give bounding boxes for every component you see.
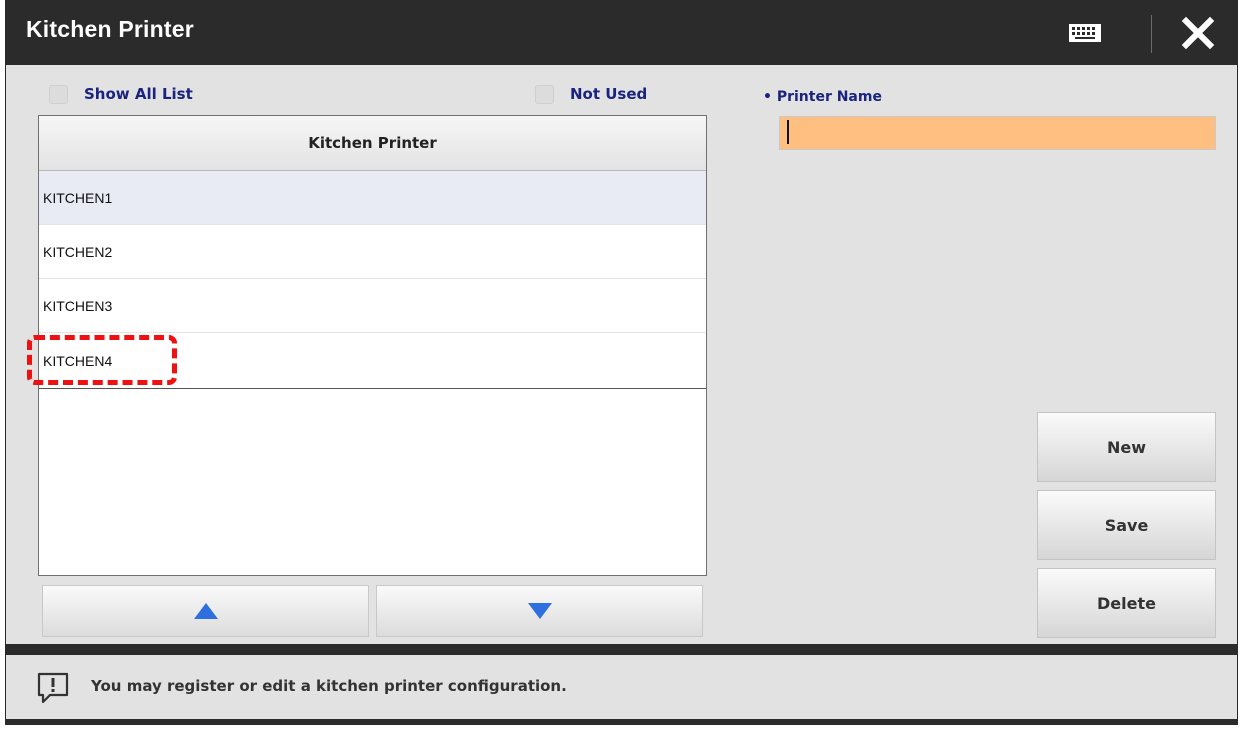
list-item-label: KITCHEN2 (43, 243, 113, 260)
list-item-label: KITCHEN4 (43, 352, 113, 369)
text-cursor (787, 120, 789, 144)
kitchen-printer-window: Kitchen Printer Show All List Not Used K… (5, 0, 1238, 725)
show-all-list-label: Show All List (84, 85, 193, 103)
status-message: You may register or edit a kitchen print… (91, 677, 567, 695)
printer-name-input[interactable] (779, 116, 1216, 150)
not-used-label: Not Used (570, 85, 648, 103)
printer-name-label: • Printer Name (763, 89, 882, 105)
title-bar: Kitchen Printer (5, 0, 1238, 65)
title-divider (1151, 15, 1152, 53)
arrow-up-icon (193, 603, 218, 619)
list-item[interactable]: KITCHEN4 (27, 333, 706, 389)
close-icon[interactable] (1181, 16, 1215, 50)
list-item-label: KITCHEN1 (43, 189, 113, 206)
list-item[interactable]: KITCHEN3 (39, 279, 706, 333)
window-title: Kitchen Printer (26, 16, 194, 42)
checkbox-box[interactable] (49, 84, 68, 104)
not-used-checkbox[interactable]: Not Used (535, 84, 647, 104)
content-panel: Show All List Not Used Kitchen Printer K… (6, 65, 1237, 644)
move-down-button[interactable] (376, 585, 703, 637)
list-item[interactable]: KITCHEN1 (39, 171, 706, 225)
list-item[interactable]: KITCHEN2 (39, 225, 706, 279)
move-up-button[interactable] (42, 585, 369, 637)
delete-button[interactable]: Delete (1037, 568, 1216, 638)
list-column-header: Kitchen Printer (39, 116, 706, 171)
kitchen-printer-list: Kitchen Printer KITCHEN1 KITCHEN2 KITCHE… (27, 115, 707, 576)
show-all-list-checkbox[interactable]: Show All List (49, 84, 193, 104)
list-item-label: KITCHEN3 (43, 297, 113, 314)
checkbox-box[interactable] (535, 84, 554, 104)
list-rows: KITCHEN1 KITCHEN2 KITCHEN3 KITCHEN4 (27, 171, 706, 389)
info-message-icon (37, 672, 69, 704)
keyboard-icon[interactable] (1069, 24, 1101, 42)
new-button[interactable]: New (1037, 412, 1216, 482)
status-bar: You may register or edit a kitchen print… (6, 655, 1237, 719)
save-button[interactable]: Save (1037, 490, 1216, 560)
arrow-down-icon (527, 603, 552, 619)
